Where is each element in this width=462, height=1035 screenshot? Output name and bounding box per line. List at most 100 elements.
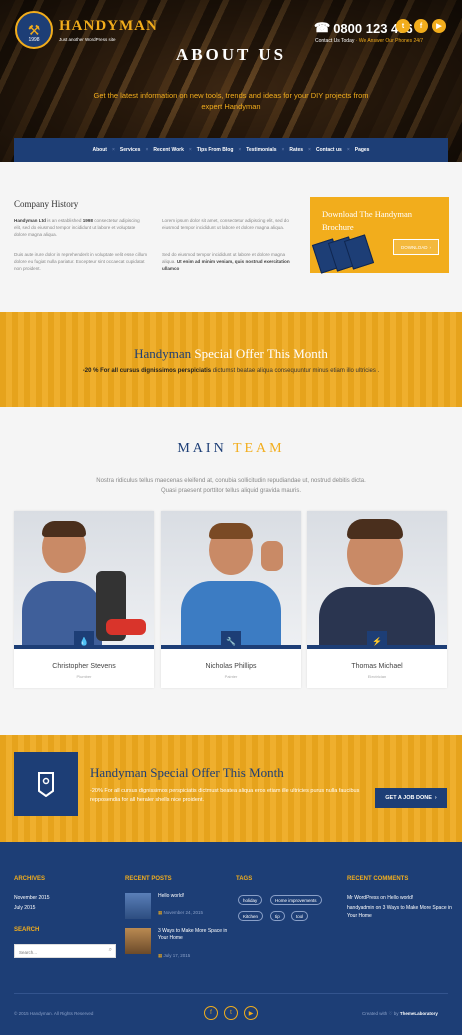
nav-separator: × (346, 147, 350, 153)
post-thumbnail[interactable] (125, 928, 151, 954)
hand-image (261, 541, 283, 571)
team-photo: ⚡ (307, 511, 447, 649)
history-col1-p2: Duis aute irure dolor in reprehenderit i… (14, 252, 148, 271)
history-col2-p1: Lorem ipsum dolor sit amet, consectetur … (162, 218, 289, 230)
recent-comments-title: RECENT COMMENTS (347, 876, 409, 882)
nav-item[interactable]: Testimonials (246, 147, 276, 153)
created-prefix: Created with ♡ by (362, 1011, 399, 1016)
member-name: Thomas Michael (351, 663, 403, 670)
comment-author[interactable]: handyadmin (347, 905, 374, 911)
person-hair (209, 523, 253, 539)
get-job-done-label: GET A JOB DONE (385, 795, 432, 801)
created-by-link[interactable]: ThemeLaboratory (400, 1011, 438, 1016)
member-role: Electrician (367, 674, 387, 679)
post-date-text: July 17, 2015 (163, 953, 191, 958)
archives-title: ARCHIVES (14, 876, 46, 882)
person-hair (42, 521, 86, 537)
footer-divider (14, 993, 448, 994)
offer2-badge (14, 752, 78, 816)
twitter-icon[interactable]: t (224, 1006, 238, 1020)
tags-title: TAGS (236, 876, 253, 882)
offer-text: -20 % For all cursus dignissimos perspic… (0, 368, 462, 374)
logo-year: 1998 (26, 37, 42, 43)
offer-text-bold: -20 % For all cursus dignissimos perspic… (82, 368, 212, 374)
calendar-icon: ▦ (158, 953, 163, 958)
tag-link[interactable]: holiday (238, 895, 263, 905)
member-name: Christopher Stevens (52, 663, 116, 670)
tag-link[interactable]: Home improvements (270, 895, 322, 905)
nav-item[interactable]: Services (120, 147, 141, 153)
youtube-icon[interactable]: ▶ (244, 1006, 258, 1020)
post-date: ▦ November 24, 2015 (158, 910, 203, 916)
history-title: Company History (14, 199, 79, 209)
company-name: Handyman Ltd (14, 218, 46, 223)
tag-link[interactable]: tip (270, 911, 285, 921)
offer2-title: Handyman Special Offer This Month (90, 765, 284, 780)
nav-separator: × (188, 147, 192, 153)
page-title: ABOUT US (175, 45, 287, 64)
offer-text-rest: dictumst beatae aliqua consequuntur minu… (211, 368, 380, 374)
plug-icon: ⚡ (367, 631, 387, 649)
member-role: Plumber (76, 674, 92, 679)
archive-link[interactable]: November 2015 (14, 894, 50, 902)
comment-post-link[interactable]: Hello world! (387, 895, 413, 901)
recent-posts-title: RECENT POSTS (125, 876, 172, 882)
chevron-right-icon: › (434, 795, 437, 801)
wrench-icon: 🔧 (221, 631, 241, 649)
comment-item: Mr WordPress on Hello world! (347, 894, 452, 902)
nav-item[interactable]: Rates (289, 147, 303, 153)
archive-link[interactable]: July 2015 (14, 904, 35, 912)
download-label: DOWNLOAD (400, 244, 428, 250)
search-input[interactable] (19, 947, 105, 957)
nav-item[interactable]: Recent Work (153, 147, 183, 153)
copyright: © 2015 Handyman. All Rights Reserved (14, 1011, 94, 1016)
team-card[interactable]: 💧 Christopher Stevens Plumber (14, 511, 154, 688)
comment-on: on (378, 895, 388, 901)
comment-item: handyadmin on 3 Ways to Make More Space … (347, 904, 452, 920)
get-job-done-button[interactable]: GET A JOB DONE › (375, 788, 447, 808)
created-with: Created with ♡ by ThemeLaboratory (362, 1011, 438, 1017)
team-photo: 💧 (14, 511, 154, 649)
youtube-icon[interactable]: ▶ (432, 19, 446, 33)
offer-title-brand: Handyman (134, 346, 192, 361)
main-nav: About × Services × Recent Work × Tips From Blo… (14, 138, 448, 162)
offer-title: Handyman Special Offer This Month (0, 346, 462, 362)
post-link[interactable]: 3 Ways to Make More Space in Your Home (158, 928, 230, 942)
nav-separator: × (111, 147, 115, 153)
download-button[interactable]: DOWNLOAD › (393, 239, 439, 255)
post-thumbnail[interactable] (125, 893, 151, 919)
twitter-icon[interactable]: t (396, 19, 410, 33)
nav-item[interactable]: Contact us (316, 147, 342, 153)
history-bold: Ut enim ad minim veniam, quis nostrud ex… (162, 259, 290, 271)
team-description: Nostra ridiculus tellus maecenas eleifen… (96, 478, 366, 494)
nav-item[interactable]: Tips From Blog (197, 147, 234, 153)
brochure-title: Download The Handyman Brochure (322, 209, 413, 232)
brochure-box: Download The Handyman Brochure DOWNLOAD … (310, 197, 449, 274)
founded-year: 1998 (82, 218, 93, 223)
team-card[interactable]: 🔧 Nicholas Phillips Painter (161, 511, 301, 688)
member-name: Nicholas Phillips (205, 663, 257, 670)
team-title: MAIN TEAM (0, 441, 462, 457)
nav-item[interactable]: About (93, 147, 107, 153)
team-card[interactable]: ⚡ Thomas Michael Electrician (307, 511, 447, 688)
chevron-right-icon: › (429, 244, 432, 250)
offer2-text: -20% For all cursus dignissimos perspici… (90, 788, 360, 803)
contact-prefix: Contact Us Today (315, 38, 355, 44)
logo[interactable]: ⚒ 1998 (15, 11, 53, 49)
history-col1-p1: Handyman Ltd is an established 1998 cons… (14, 217, 148, 238)
nav-item[interactable]: Pages (355, 147, 370, 153)
calendar-icon: ▦ (158, 910, 163, 915)
tag-link[interactable]: tool (291, 911, 309, 921)
facebook-icon[interactable]: f (414, 19, 428, 33)
comment-author[interactable]: Mr WordPress (347, 895, 379, 901)
search-icon[interactable]: ⌕ (109, 947, 112, 954)
search-box: ⌕ (14, 944, 116, 958)
post-date: ▦ July 17, 2015 (158, 953, 190, 959)
facebook-icon[interactable]: f (204, 1006, 218, 1020)
tag-link[interactable]: Kitchen (238, 911, 264, 921)
site-brand[interactable]: HANDYMAN (59, 18, 158, 35)
wrench-image (106, 619, 146, 635)
post-link[interactable]: Hello world! (158, 893, 238, 900)
contact-highlight: · We Answer Our Phones 24/7 (355, 38, 424, 44)
post-date-text: November 24, 2015 (163, 910, 204, 915)
